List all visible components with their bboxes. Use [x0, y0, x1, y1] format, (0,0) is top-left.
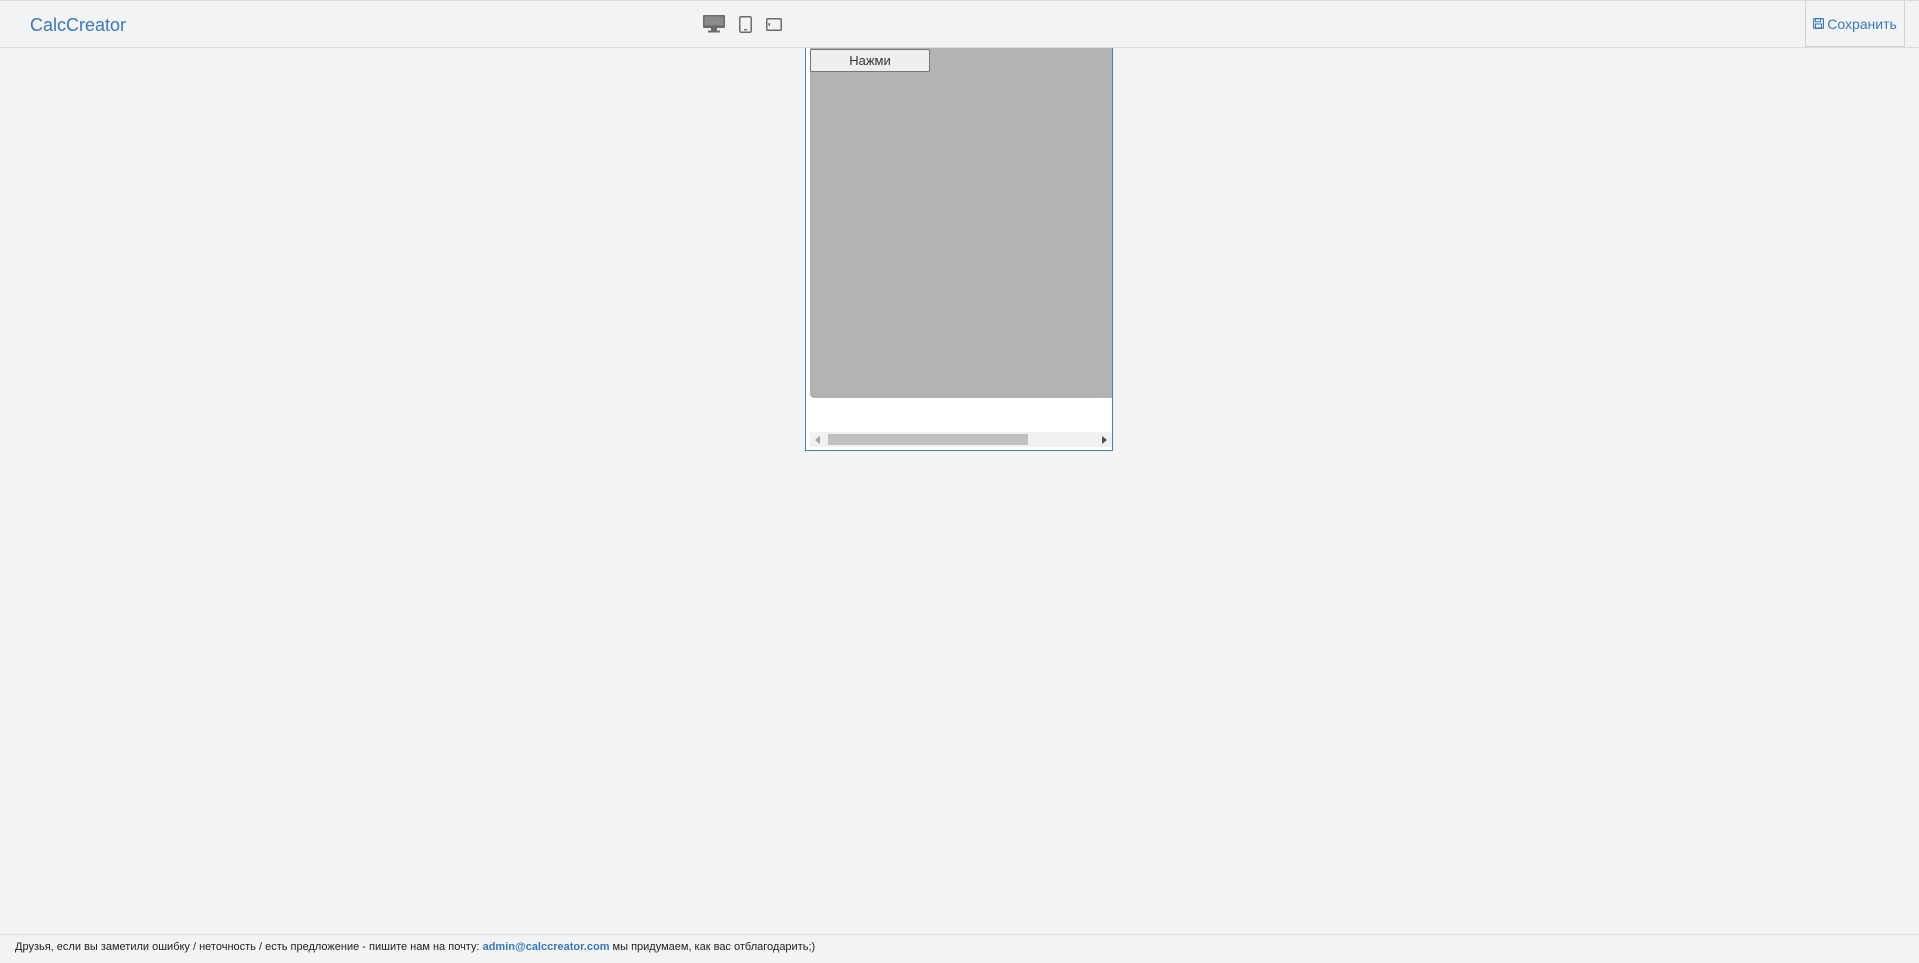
footer-text: Друзья, если вы заметили ошибку / неточн…	[15, 941, 480, 953]
footer-text-end: мы придумаем, как вас отблагодарить;)	[612, 941, 816, 953]
scrollbar-thumb[interactable]	[828, 434, 1028, 445]
top-bar: CalcCreator Сохранить	[0, 0, 1919, 48]
footer: Друзья, если вы заметили ошибку / неточн…	[0, 934, 1919, 963]
horizontal-scrollbar[interactable]	[810, 432, 1112, 447]
press-button[interactable]: Нажми	[810, 49, 930, 72]
save-button-label: Сохранить	[1827, 15, 1897, 32]
scroll-right-icon[interactable]	[1097, 432, 1112, 447]
calculator-canvas: Нажми	[810, 48, 1112, 398]
save-button[interactable]: Сохранить	[1805, 1, 1905, 47]
tablet-landscape-icon[interactable]	[766, 17, 782, 31]
app-logo[interactable]: CalcCreator	[30, 15, 126, 36]
floppy-disk-icon	[1813, 16, 1827, 32]
scroll-left-icon[interactable]	[810, 432, 825, 447]
tablet-icon[interactable]	[739, 15, 752, 33]
desktop-icon[interactable]	[703, 15, 725, 33]
preview-frame: Нажми	[805, 48, 1113, 451]
device-switcher	[703, 15, 796, 33]
footer-email-link[interactable]: admin@calccreator.com	[483, 941, 610, 953]
